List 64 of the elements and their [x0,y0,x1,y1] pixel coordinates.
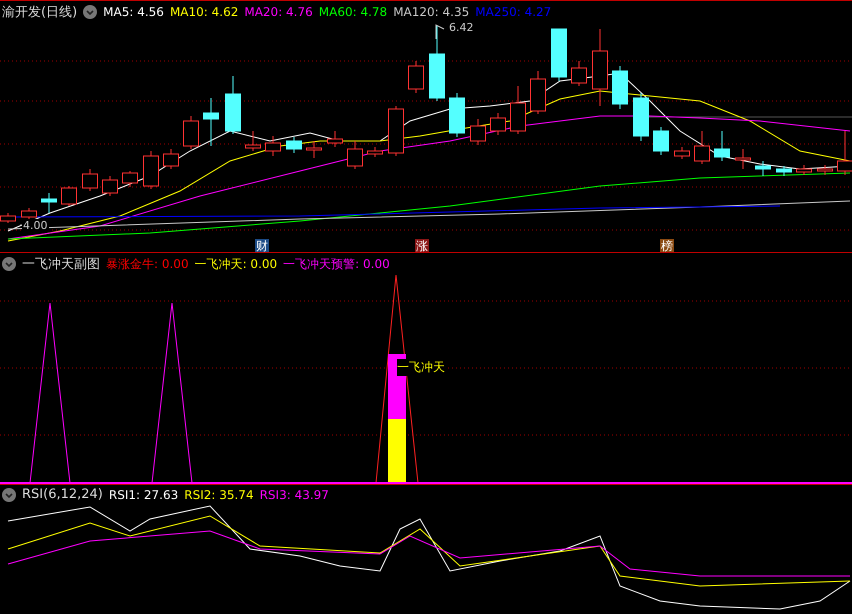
dropdown-icon[interactable] [2,257,16,271]
candlestick [735,148,751,170]
candlestick [286,136,302,154]
event-marker[interactable]: 榜 [660,239,674,253]
candlestick [225,76,241,134]
candlestick [102,176,118,196]
candlestick [714,130,730,162]
candlestick [347,140,363,170]
indicator-value: 一飞冲天预警: 0.00 [283,256,390,272]
indicator-value: RSI2: 35.74 [184,488,254,502]
candlestick [327,130,343,148]
candlestick [551,28,567,82]
indicator-value: 一飞冲天: 0.00 [194,256,278,272]
candlestick [82,168,98,192]
indicator-value: RSI3: 43.97 [260,488,329,502]
candlestick [530,70,546,114]
candlestick [612,66,628,110]
candlestick [143,150,159,190]
event-marker[interactable]: 财 [255,239,269,253]
candlestick [61,186,77,206]
high-pointer-line [436,24,444,40]
indicator-value: MA10: 4.62 [170,5,238,19]
candlestick [245,130,261,152]
signal-bar [388,419,406,483]
candlestick [265,136,281,156]
candlestick [203,98,219,146]
dropdown-icon[interactable] [83,5,98,19]
candlestick [449,92,465,138]
indicator-value: MA120: 4.35 [393,5,470,19]
indicator-value: MA5: 4.56 [103,5,164,19]
candlestick [122,170,138,188]
candlestick [510,86,526,134]
candlestick [817,164,833,176]
indicator-value: 暴涨金牛: 0.00 [106,256,189,272]
panel-title: RSI(6,12,24) [22,487,103,502]
candlestick [755,160,771,176]
candlestick [674,146,690,160]
candlestick [776,166,792,176]
candlestick [490,112,506,136]
candlestick [796,164,812,176]
candlestick [306,140,322,158]
signal-label: 一飞冲天 [397,359,445,376]
candlestick [633,92,649,142]
candlestick [41,192,57,214]
candlestick [571,60,587,86]
indicator-value: MA20: 4.76 [244,5,313,19]
candlestick [163,148,179,170]
candlestick [388,106,404,156]
candlestick [21,208,37,220]
indicator-value: RSI1: 27.63 [108,488,178,502]
candlestick [470,118,486,146]
indicator-value: MA250: 4.27 [475,5,552,19]
indicator-value: MA60: 4.78 [318,5,388,19]
event-marker[interactable]: 涨 [415,239,429,253]
high-price-label: 6.42 [449,21,474,34]
candlestick [367,146,383,158]
stock-title: 渝开发(日线) [2,4,78,21]
candlestick [408,60,424,94]
low-price-label: 4.00 [22,219,48,232]
candlestick [653,126,669,156]
candlestick [694,130,710,164]
panel-title: 一飞冲天副图 [22,256,100,273]
candlestick [183,116,199,150]
dropdown-icon[interactable] [2,488,16,502]
